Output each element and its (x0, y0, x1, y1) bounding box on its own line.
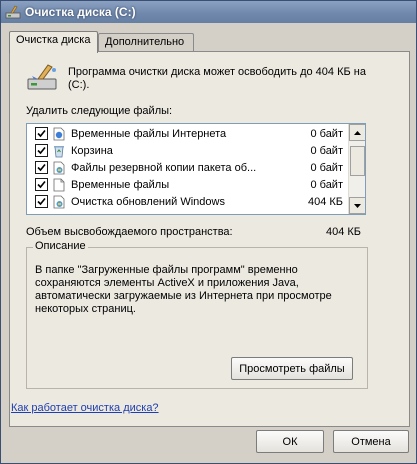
file-size: 0 байт (310, 127, 343, 140)
help-link[interactable]: Как работает очистка диска? (11, 402, 159, 414)
scroll-up-button[interactable] (349, 124, 365, 141)
checkmark-icon (37, 146, 46, 155)
title-bar[interactable]: Очистка диска (C:) (1, 1, 416, 23)
checkmark-icon (37, 129, 46, 138)
scroll-thumb[interactable] (350, 146, 365, 176)
checkmark-icon (37, 180, 46, 189)
file-name: Временные файлы Интернета (71, 127, 227, 140)
file-name: Очистка обновлений Windows (71, 195, 225, 208)
file-size: 0 байт (310, 144, 343, 157)
arrow-up-icon (354, 130, 361, 135)
temp-files-icon (53, 178, 65, 191)
file-size: 404 КБ (307, 195, 343, 208)
disk-cleanup-large-icon (27, 64, 57, 90)
internet-files-icon (53, 127, 65, 140)
disk-cleanup-panel: Программа очистки диска может освободить… (9, 51, 410, 427)
file-name: Файлы резервной копии пакета об... (71, 161, 257, 174)
checkmark-icon (37, 163, 46, 172)
tab-more-options[interactable]: Дополнительно (98, 33, 194, 52)
disk-cleanup-icon (5, 5, 21, 19)
window-title: Очистка диска (C:) (25, 5, 136, 19)
file-name: Корзина (71, 144, 113, 157)
files-to-delete-label: Удалить следующие файлы: (26, 105, 173, 117)
description-title: Описание (33, 240, 88, 252)
file-item-temp-files[interactable]: Временные файлы 0 байт (27, 176, 349, 193)
file-size: 0 байт (310, 178, 343, 191)
checkmark-icon (37, 197, 46, 206)
arrow-down-icon (354, 203, 361, 208)
backup-files-icon (53, 161, 65, 174)
space-freed-value: 404 КБ (325, 226, 361, 238)
tab-disk-cleanup[interactable]: Очистка диска (9, 31, 98, 53)
ok-button[interactable]: ОК (256, 430, 324, 453)
file-name: Временные файлы (71, 178, 170, 191)
file-checkbox[interactable] (35, 144, 48, 157)
disk-cleanup-window: Очистка диска (C:) Очистка диска Дополни… (0, 0, 417, 464)
tab-label: Очистка диска (16, 34, 91, 46)
file-item-internet-files[interactable]: Временные файлы Интернета 0 байт (27, 125, 349, 142)
cancel-button[interactable]: Отмена (333, 430, 409, 453)
space-freed-label: Объем высвобождаемого пространства: (26, 226, 233, 238)
view-files-button[interactable]: Просмотреть файлы (231, 357, 353, 380)
files-list-scrollbar[interactable] (348, 124, 365, 214)
file-size: 0 байт (310, 161, 343, 174)
scroll-down-button[interactable] (349, 197, 365, 214)
description-text: В папке "Загруженные файлы программ" вре… (35, 264, 332, 315)
file-checkbox[interactable] (35, 195, 48, 208)
cleanup-summary: Программа очистки диска может освободить… (68, 66, 366, 91)
file-checkbox[interactable] (35, 127, 48, 140)
windows-update-icon (53, 195, 65, 208)
tab-label: Дополнительно (105, 36, 185, 48)
file-checkbox[interactable] (35, 178, 48, 191)
files-list[interactable]: Временные файлы Интернета 0 байт Корзина… (26, 123, 366, 215)
file-checkbox[interactable] (35, 161, 48, 174)
file-item-windows-update[interactable]: Очистка обновлений Windows 404 КБ (27, 193, 349, 210)
file-item-recycle-bin[interactable]: Корзина 0 байт (27, 142, 349, 159)
recycle-bin-icon (54, 145, 64, 157)
file-item-backup-files[interactable]: Файлы резервной копии пакета об... 0 бай… (27, 159, 349, 176)
